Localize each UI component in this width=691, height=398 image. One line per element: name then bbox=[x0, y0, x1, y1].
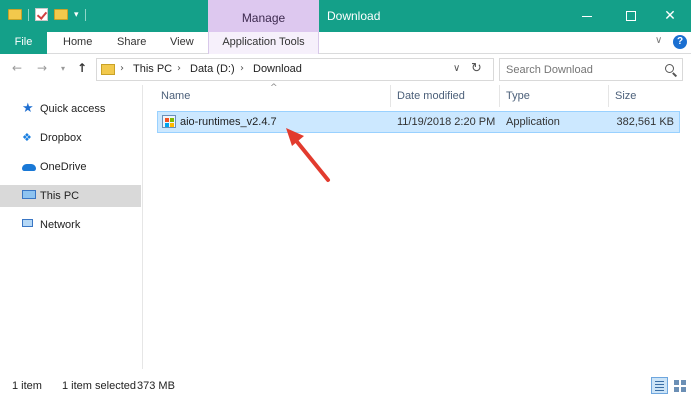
status-selection-size: 373 MB bbox=[137, 380, 175, 392]
search-input[interactable] bbox=[506, 62, 656, 77]
cloud-icon bbox=[22, 164, 36, 171]
address-bar[interactable]: › This PC › Data (D:) › Download ∨ ↻ bbox=[96, 58, 494, 81]
breadcrumb-separator-icon[interactable]: › bbox=[240, 63, 244, 74]
properties-icon[interactable] bbox=[35, 8, 48, 21]
back-arrow-icon[interactable]: ← bbox=[12, 61, 22, 75]
address-history-chevron-icon[interactable]: ∨ bbox=[453, 63, 460, 74]
breadcrumb-data-drive[interactable]: Data (D:) bbox=[190, 63, 235, 75]
details-view-icon[interactable] bbox=[651, 377, 668, 394]
tab-view[interactable]: View bbox=[170, 32, 194, 54]
window-title: Download bbox=[327, 9, 381, 23]
file-row[interactable]: aio-runtimes_v2.4.7 11/19/2018 2:20 PM A… bbox=[157, 111, 680, 133]
search-icon[interactable] bbox=[665, 64, 674, 73]
nav-item-label: Network bbox=[40, 219, 81, 231]
application-icon bbox=[162, 115, 176, 128]
annotation-arrow-icon bbox=[286, 128, 330, 182]
close-icon: ✕ bbox=[664, 8, 676, 24]
breadcrumb-separator-icon[interactable]: › bbox=[177, 63, 181, 74]
file-name: aio-runtimes_v2.4.7 bbox=[180, 116, 277, 128]
nav-item-onedrive[interactable]: OneDrive bbox=[0, 156, 141, 178]
title-bar: ▾ Manage Download ✕ bbox=[0, 0, 691, 32]
column-header-name[interactable]: Name bbox=[161, 90, 190, 102]
navigation-pane: ★ Quick access ❖ Dropbox OneDrive This P… bbox=[0, 85, 143, 369]
ribbon-tabs: File Home Share View Application Tools ∨… bbox=[0, 32, 691, 54]
file-type: Application bbox=[506, 116, 560, 128]
file-list: ^ Name Date modified Type Size aio-runti… bbox=[145, 83, 691, 369]
refresh-icon[interactable]: ↻ bbox=[471, 61, 482, 76]
expand-ribbon-chevron-icon[interactable]: ∨ bbox=[655, 35, 662, 46]
nav-item-network[interactable]: Network bbox=[0, 214, 141, 236]
status-selection: 1 item selected bbox=[62, 380, 136, 392]
minimize-button[interactable] bbox=[564, 0, 610, 32]
dropbox-icon: ❖ bbox=[22, 131, 32, 144]
toolbar-divider bbox=[84, 8, 86, 21]
nav-item-label: This PC bbox=[40, 190, 80, 202]
nav-item-label: Dropbox bbox=[40, 132, 82, 144]
tab-share[interactable]: Share bbox=[117, 32, 146, 54]
close-button[interactable]: ✕ bbox=[647, 0, 691, 32]
status-item-count: 1 item bbox=[12, 380, 42, 392]
computer-icon bbox=[22, 190, 36, 199]
breadcrumb-download[interactable]: Download bbox=[253, 63, 302, 75]
column-header-type[interactable]: Type bbox=[506, 90, 530, 102]
nav-item-label: Quick access bbox=[40, 103, 106, 115]
navigation-bar: ← → ▾ ↑ › This PC › Data (D:) › Download… bbox=[0, 55, 691, 83]
quick-access-toolbar: ▾ bbox=[8, 8, 86, 21]
folder-icon bbox=[101, 64, 115, 75]
toolbar-divider bbox=[28, 8, 29, 21]
nav-item-quick-access[interactable]: ★ Quick access bbox=[0, 98, 141, 120]
nav-item-dropbox[interactable]: ❖ Dropbox bbox=[0, 127, 141, 149]
star-icon: ★ bbox=[22, 101, 34, 116]
column-divider[interactable] bbox=[608, 85, 609, 107]
file-size: 382,561 KB bbox=[616, 116, 675, 128]
sort-ascending-icon: ^ bbox=[270, 83, 278, 93]
breadcrumb-separator-icon[interactable]: › bbox=[120, 63, 124, 74]
folder-icon[interactable] bbox=[8, 9, 22, 20]
column-divider[interactable] bbox=[499, 85, 500, 107]
breadcrumb-this-pc[interactable]: This PC bbox=[133, 63, 172, 75]
column-divider[interactable] bbox=[390, 85, 391, 107]
column-header-date-modified[interactable]: Date modified bbox=[397, 90, 465, 102]
status-bar: 1 item 1 item selected 373 MB bbox=[0, 374, 691, 398]
network-icon bbox=[22, 219, 33, 227]
large-icons-view-icon[interactable] bbox=[672, 378, 687, 393]
tab-home[interactable]: Home bbox=[63, 32, 92, 54]
recent-locations-chevron-icon[interactable]: ▾ bbox=[61, 64, 65, 73]
forward-arrow-icon[interactable]: → bbox=[37, 61, 47, 75]
file-date-modified: 11/19/2018 2:20 PM bbox=[397, 116, 496, 128]
column-header-size[interactable]: Size bbox=[615, 90, 636, 102]
help-icon[interactable]: ? bbox=[673, 35, 687, 49]
tab-file[interactable]: File bbox=[0, 32, 47, 54]
nav-item-this-pc[interactable]: This PC bbox=[0, 185, 141, 207]
search-box bbox=[499, 58, 683, 81]
nav-item-label: OneDrive bbox=[40, 161, 87, 173]
maximize-icon bbox=[626, 11, 636, 21]
up-arrow-icon[interactable]: ↑ bbox=[77, 61, 87, 75]
new-folder-icon[interactable] bbox=[54, 9, 68, 20]
tab-application-tools[interactable]: Application Tools bbox=[208, 32, 319, 54]
minimize-icon bbox=[582, 15, 592, 17]
contextual-tab-group-manage: Manage bbox=[208, 0, 319, 32]
customize-toolbar-chevron-icon[interactable]: ▾ bbox=[74, 10, 79, 20]
